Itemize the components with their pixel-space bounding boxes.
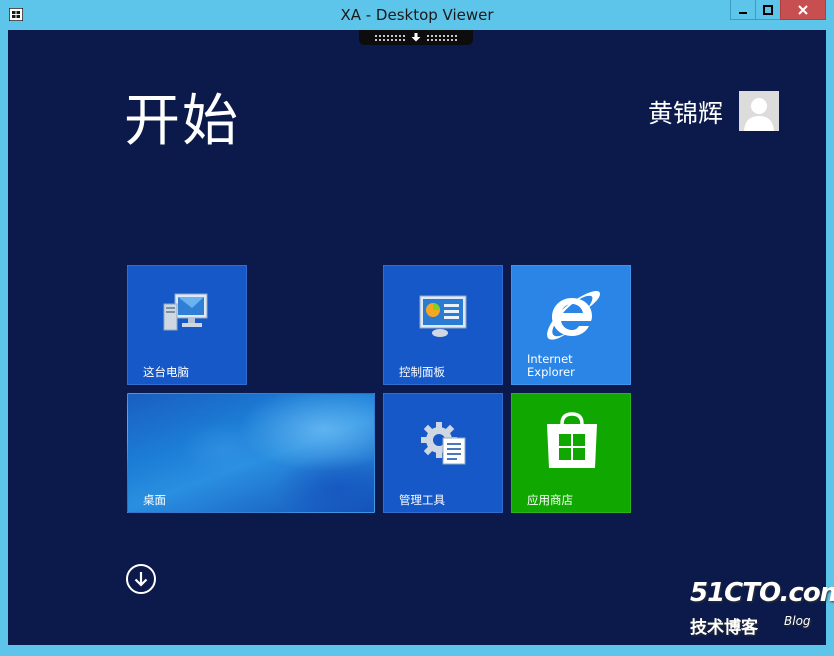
start-title: 开始 — [124, 89, 240, 154]
tile-internet-explorer[interactable]: Internet Explorer — [511, 265, 631, 385]
down-arrow-icon — [411, 33, 421, 42]
watermark-logo: 51CTO.com — [690, 578, 834, 608]
window-title: XA - Desktop Viewer — [340, 6, 494, 24]
watermark-subtitle: 技术博客 — [690, 618, 758, 638]
tile-desktop[interactable]: 桌面 — [127, 393, 375, 513]
start-screen: 开始 黄锦辉 这台电脑 控制面板 Internet Explorer 桌面 管理… — [8, 30, 826, 645]
maximize-button[interactable] — [755, 0, 781, 20]
computer-icon — [163, 293, 208, 331]
tile-label-control-panel: 控制面板 — [399, 365, 445, 379]
tile-control-panel[interactable]: 控制面板 — [383, 265, 503, 385]
tile-store[interactable]: 应用商店 — [511, 393, 631, 513]
grip-dots-left — [374, 34, 406, 41]
window-bottom-border — [0, 645, 834, 656]
all-apps-button[interactable] — [126, 564, 156, 594]
tile-label-admin-tools: 管理工具 — [399, 493, 445, 507]
tile-label-this-pc: 这台电脑 — [143, 365, 189, 379]
internet-explorer-icon — [547, 290, 600, 340]
watermark-blog: Blog — [784, 614, 811, 628]
grip-dots-right — [426, 34, 458, 41]
store-icon — [547, 412, 597, 468]
window-title-bar[interactable]: XA - Desktop Viewer — [0, 0, 834, 30]
maximize-icon — [763, 4, 773, 15]
tile-label-internet-explorer: Internet Explorer — [527, 352, 575, 379]
tile-label-store: 应用商店 — [527, 493, 573, 507]
close-icon — [798, 4, 808, 15]
down-arrow-circle-icon — [134, 572, 148, 587]
viewer-toolbar-handle[interactable] — [359, 30, 473, 45]
admin-tools-icon — [421, 422, 466, 465]
tile-this-pc[interactable]: 这台电脑 — [127, 265, 247, 385]
tile-label-desktop: 桌面 — [143, 493, 166, 507]
close-button[interactable] — [780, 0, 826, 20]
minimize-icon — [739, 11, 747, 14]
tile-admin-tools[interactable]: 管理工具 — [383, 393, 503, 513]
minimize-button[interactable] — [730, 0, 756, 20]
control-panel-icon — [419, 295, 467, 337]
window-controls — [730, 0, 826, 22]
user-avatar-icon[interactable] — [739, 91, 779, 131]
user-name[interactable]: 黄锦辉 — [648, 94, 723, 130]
